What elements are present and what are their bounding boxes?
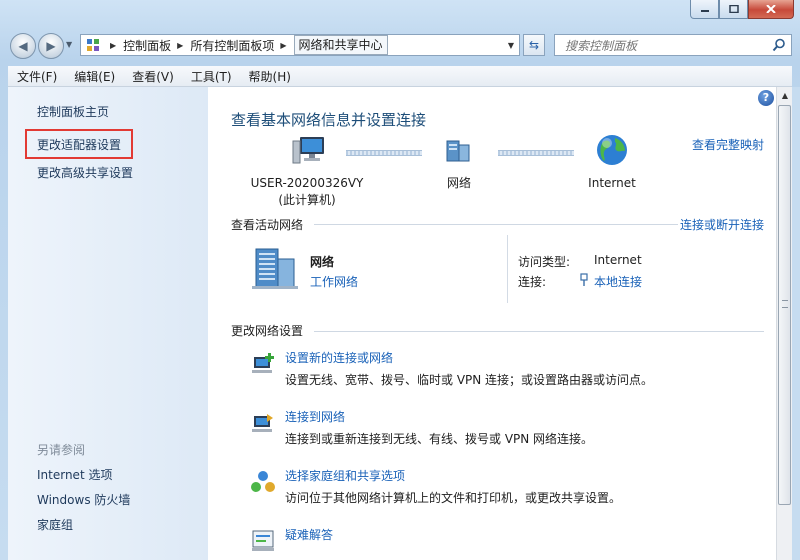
task-description: 访问位于其他网络计算机上的文件和打印机，或更改共享设置。 bbox=[285, 491, 622, 505]
connection-line bbox=[498, 150, 574, 156]
computer-sublabel: (此计算机) bbox=[278, 193, 336, 207]
ethernet-icon bbox=[580, 273, 588, 286]
sidebar-item-internet-options[interactable]: Internet 选项 bbox=[37, 466, 112, 483]
forward-button[interactable]: ▶ bbox=[38, 33, 64, 59]
search-box[interactable] bbox=[554, 34, 792, 56]
menu-bar: 文件(F) 编辑(E) 查看(V) 工具(T) 帮助(H) bbox=[8, 66, 792, 87]
sidebar-item-change-adapter-settings[interactable]: 更改适配器设置 bbox=[25, 129, 134, 159]
network-location-link[interactable]: 工作网络 bbox=[310, 273, 358, 290]
help-icon[interactable]: ? bbox=[758, 90, 774, 106]
menu-edit[interactable]: 编辑(E) bbox=[65, 68, 123, 85]
address-bar[interactable]: ▶ 控制面板 ▶ 所有控制面板项 ▶ 网络和共享中心 ▼ bbox=[80, 34, 520, 56]
main-pane: ? 查看基本网络信息并设置连接 查看完整映射 USER-20200326VY (… bbox=[208, 87, 776, 560]
breadcrumb-separator-icon[interactable]: ▶ bbox=[280, 41, 286, 50]
task-title-link[interactable]: 疑难解答 bbox=[285, 526, 333, 543]
change-settings-header: 更改网络设置 bbox=[231, 324, 304, 338]
section-divider bbox=[314, 224, 678, 225]
close-icon bbox=[766, 5, 776, 13]
sidebar-item-advanced-sharing[interactable]: 更改高级共享设置 bbox=[37, 164, 133, 181]
page-title: 查看基本网络信息并设置连接 bbox=[231, 111, 427, 129]
sidebar-item-windows-firewall[interactable]: Windows 防火墙 bbox=[37, 491, 130, 508]
breadcrumb-separator-icon[interactable]: ▶ bbox=[177, 41, 183, 50]
access-type-value: Internet bbox=[594, 253, 642, 267]
breadcrumb-current[interactable]: 网络和共享中心 bbox=[293, 35, 388, 55]
section-divider bbox=[314, 331, 764, 332]
vertical-scrollbar[interactable]: ▲ bbox=[776, 87, 793, 560]
task-description: 设置无线、宽带、拨号、临时或 VPN 连接；或设置路由器或访问点。 bbox=[285, 373, 654, 387]
breadcrumb-control-panel[interactable]: 控制面板 bbox=[123, 37, 171, 54]
map-node-internet[interactable]: Internet bbox=[582, 175, 642, 192]
internet-globe-icon bbox=[597, 135, 627, 165]
connections-label: 连接: bbox=[518, 275, 547, 289]
homegroup-icon bbox=[251, 471, 275, 492]
connect-disconnect-link[interactable]: 连接或断开连接 bbox=[680, 216, 764, 233]
menu-view[interactable]: 查看(V) bbox=[123, 68, 182, 85]
maximize-button[interactable] bbox=[719, 0, 748, 19]
full-map-link[interactable]: 查看完整映射 bbox=[692, 136, 764, 153]
see-also-header: 另请参阅 bbox=[37, 443, 86, 457]
task-title-link[interactable]: 连接到网络 bbox=[285, 408, 345, 425]
active-networks-header: 查看活动网络 bbox=[231, 218, 304, 232]
search-input[interactable] bbox=[563, 36, 767, 56]
menu-file[interactable]: 文件(F) bbox=[8, 68, 65, 85]
local-connection-link[interactable]: 本地连接 bbox=[594, 273, 642, 290]
forward-arrow-icon: ▶ bbox=[46, 39, 56, 53]
menu-tools[interactable]: 工具(T) bbox=[182, 68, 240, 85]
map-node-computer[interactable]: USER-20200326VY (此计算机) bbox=[242, 175, 372, 209]
content-area: 控制面板主页 更改适配器设置 更改高级共享设置 另请参阅 Internet 选项… bbox=[8, 87, 776, 560]
minimize-button[interactable] bbox=[690, 0, 719, 19]
back-button[interactable]: ◀ bbox=[10, 33, 36, 59]
network-building-icon bbox=[252, 248, 298, 289]
breadcrumb: ▶ 控制面板 ▶ 所有控制面板项 ▶ 网络和共享中心 bbox=[104, 35, 388, 55]
menu-help[interactable]: 帮助(H) bbox=[240, 68, 299, 85]
connect-network-icon bbox=[252, 414, 273, 432]
task-description: 连接到或重新连接到无线、有线、拨号或 VPN 网络连接。 bbox=[285, 432, 594, 446]
caption-buttons bbox=[690, 0, 794, 20]
sidebar-item-homegroup[interactable]: 家庭组 bbox=[37, 516, 73, 533]
window-frame: ◀ ▶ ▼ ▶ 控制面板 ▶ 所有控制面板项 ▶ 网络和共享中心 ▼ ⇆ 搜索控… bbox=[0, 0, 800, 560]
back-arrow-icon: ◀ bbox=[18, 39, 28, 53]
task-pane: 控制面板主页 更改适配器设置 更改高级共享设置 另请参阅 Internet 选项… bbox=[8, 87, 208, 560]
sidebar-item-control-panel-home[interactable]: 控制面板主页 bbox=[37, 103, 109, 120]
task-title-link[interactable]: 设置新的连接或网络 bbox=[285, 349, 393, 366]
troubleshoot-icon bbox=[252, 530, 274, 551]
computer-name: USER-20200326VY bbox=[250, 176, 364, 190]
close-button[interactable] bbox=[748, 0, 794, 19]
window-border bbox=[792, 87, 800, 560]
network-icon bbox=[446, 140, 470, 162]
control-panel-icon bbox=[87, 39, 99, 51]
minimize-icon bbox=[700, 10, 709, 12]
scroll-up-icon[interactable]: ▲ bbox=[777, 87, 793, 104]
breadcrumb-all-items[interactable]: 所有控制面板项 bbox=[190, 37, 274, 54]
map-node-network[interactable]: 网络 bbox=[429, 175, 489, 192]
vertical-divider bbox=[507, 235, 508, 303]
recent-pages-dropdown[interactable]: ▼ bbox=[66, 40, 76, 50]
connection-line bbox=[346, 150, 422, 156]
refresh-button[interactable]: ⇆ bbox=[523, 34, 545, 56]
breadcrumb-separator-icon: ▶ bbox=[110, 40, 117, 50]
setup-connection-icon bbox=[252, 353, 274, 373]
grip-icon bbox=[782, 300, 788, 308]
computer-icon bbox=[292, 137, 324, 164]
address-dropdown-icon[interactable]: ▼ bbox=[503, 41, 519, 50]
task-title-link[interactable]: 选择家庭组和共享选项 bbox=[285, 467, 405, 484]
maximize-icon bbox=[728, 5, 739, 13]
access-type-label: 访问类型: bbox=[518, 255, 571, 269]
active-network-name: 网络 bbox=[310, 255, 335, 269]
scrollbar-thumb[interactable] bbox=[778, 105, 791, 505]
navigation-bar: ◀ ▶ ▼ ▶ 控制面板 ▶ 所有控制面板项 ▶ 网络和共享中心 ▼ ⇆ bbox=[6, 32, 792, 60]
search-icon[interactable] bbox=[772, 38, 786, 52]
refresh-icon: ⇆ bbox=[528, 38, 540, 52]
